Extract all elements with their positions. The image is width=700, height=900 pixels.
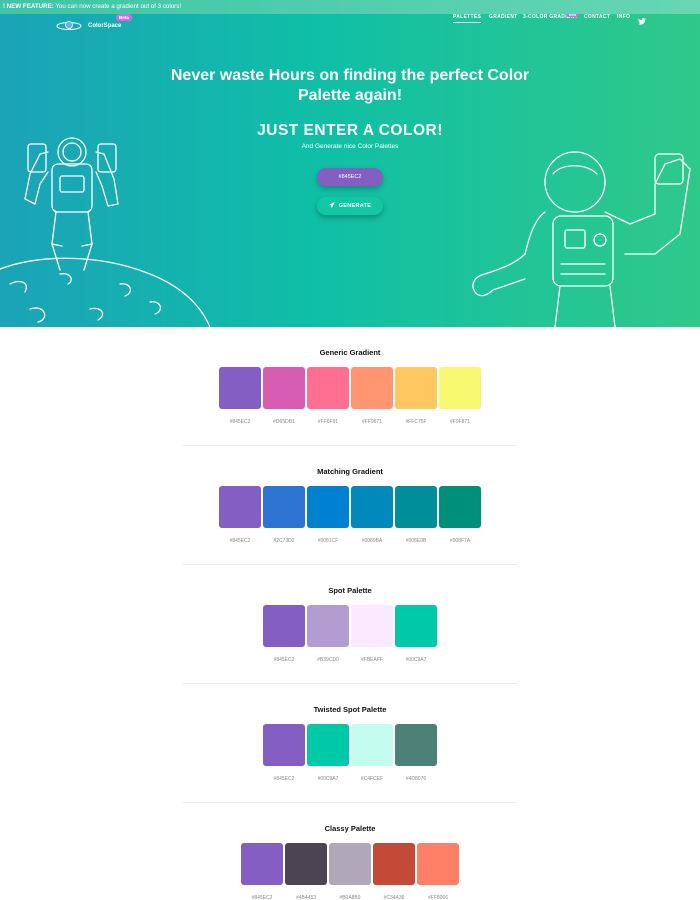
color-input[interactable]: #845EC2 <box>317 168 383 186</box>
color-swatch[interactable] <box>395 724 437 766</box>
color-swatch[interactable] <box>307 367 349 409</box>
swatch-hex: #C4FCEF <box>360 776 384 782</box>
swatch-hex: #00C9A7 <box>317 776 339 782</box>
logo[interactable]: ColorSpace <box>56 18 126 34</box>
color-input-value: #845EC2 <box>338 174 362 180</box>
swatch-hex: #008E9B <box>405 538 427 544</box>
color-swatch[interactable] <box>219 486 261 528</box>
swatch-hex: #FF8066 <box>427 895 448 900</box>
nav-palettes[interactable]: PALETTES <box>453 14 482 23</box>
swatch-row: #845EC2 #B39CD0 #FBEAFF #00C9A7 <box>183 605 517 671</box>
swatch-hex: #008F7A <box>449 538 471 544</box>
color-swatch[interactable] <box>351 367 393 409</box>
swatch-hex: #845EC2 <box>251 895 273 900</box>
color-swatch[interactable] <box>241 843 283 885</box>
generate-button[interactable]: GENERATE <box>317 197 383 215</box>
announcement-bar: ! NEW FEATURE: You can now create a grad… <box>0 0 700 14</box>
swatch-hex: #FF6F91 <box>317 419 339 425</box>
swatch-hex: #845EC2 <box>229 419 251 425</box>
color-swatch[interactable] <box>351 486 393 528</box>
palette-title: Classy Palette <box>324 824 376 833</box>
generate-label: GENERATE <box>338 203 372 209</box>
color-swatch[interactable] <box>351 724 393 766</box>
paper-plane-icon <box>328 202 335 208</box>
color-swatch[interactable] <box>263 486 305 528</box>
swatch-hex: #845EC2 <box>273 657 295 663</box>
nav-info[interactable]: INFO <box>617 14 630 20</box>
color-swatch[interactable] <box>395 367 437 409</box>
color-swatch[interactable] <box>285 843 327 885</box>
palette-title: Matching Gradient <box>317 467 383 476</box>
swatch-row: #845EC2 #2C73D2 #0081CF #0089BA #008E9B … <box>183 486 517 552</box>
palette-title: Spot Palette <box>328 586 372 595</box>
swatch-hex: #845EC2 <box>229 538 251 544</box>
hero-title: Never waste Hours on finding the perfect… <box>170 67 530 104</box>
swatch-hex: #4D8076 <box>405 776 427 782</box>
hero-section: ColorSpace Beta PALETTES GRADIENT 3-COLO… <box>0 14 700 327</box>
color-swatch[interactable] <box>219 367 261 409</box>
nav-contact[interactable]: CONTACT <box>584 14 610 20</box>
astronaut-planet-illustration <box>0 137 210 327</box>
swatch-hex: #F9F871 <box>449 419 470 425</box>
announcement-text: You can now create a gradient out of 3 c… <box>55 3 182 10</box>
logo-text: ColorSpace <box>88 23 122 29</box>
beta-badge: Beta <box>116 14 132 21</box>
announcement-label: ! NEW FEATURE: <box>3 3 54 10</box>
palette-title: Generic Gradient <box>319 348 381 357</box>
divider <box>183 564 517 565</box>
color-swatch[interactable] <box>395 486 437 528</box>
new-badge: new <box>566 14 579 17</box>
swatch-hex: #FBEAFF <box>361 657 383 663</box>
color-swatch[interactable] <box>373 843 415 885</box>
hero-tagline: And Generate nice Color Palettes <box>301 143 399 150</box>
color-swatch[interactable] <box>439 486 481 528</box>
color-swatch[interactable] <box>351 605 393 647</box>
swatch-hex: #C34A36 <box>383 895 405 900</box>
color-swatch[interactable] <box>439 367 481 409</box>
swatch-hex: #B0A8B9 <box>339 895 361 900</box>
twitter-icon[interactable] <box>638 18 646 25</box>
nav-gradient[interactable]: GRADIENT <box>489 14 518 20</box>
divider <box>183 683 517 684</box>
swatch-hex: #00C9A7 <box>405 657 427 663</box>
divider <box>183 445 517 446</box>
color-swatch[interactable] <box>263 367 305 409</box>
swatch-hex: #0081CF <box>317 538 339 544</box>
color-swatch[interactable] <box>307 605 349 647</box>
color-swatch[interactable] <box>329 843 371 885</box>
swatch-hex: #FFC75F <box>405 419 427 425</box>
swatch-hex: #2C73D2 <box>273 538 295 544</box>
astronaut-illustration <box>472 151 691 327</box>
swatch-hex: #845EC2 <box>273 776 295 782</box>
color-swatch[interactable] <box>307 724 349 766</box>
swatch-hex: #4B4453 <box>295 895 317 900</box>
swatch-hex: #FF9671 <box>361 419 382 425</box>
swatch-hex: #0089BA <box>361 538 383 544</box>
swatch-row: #845EC2 #D65DB1 #FF6F91 #FF9671 #FFC75F … <box>183 367 517 433</box>
logo-icon <box>56 21 82 30</box>
color-swatch[interactable] <box>263 605 305 647</box>
swatch-row: #845EC2 #4B4453 #B0A8B9 #C34A36 #FF8066 <box>183 843 517 900</box>
color-swatch[interactable] <box>263 724 305 766</box>
swatch-hex: #D65DB1 <box>273 419 295 425</box>
color-swatch[interactable] <box>307 486 349 528</box>
palette-title: Twisted Spot Palette <box>313 705 387 714</box>
swatch-row: #845EC2 #00C9A7 #C4FCEF #4D8076 <box>183 724 517 790</box>
swatch-hex: #B39CD0 <box>317 657 339 663</box>
divider <box>183 802 517 803</box>
color-swatch[interactable] <box>395 605 437 647</box>
hero-subtitle: JUST ENTER A COLOR! <box>257 122 443 139</box>
color-swatch[interactable] <box>417 843 459 885</box>
